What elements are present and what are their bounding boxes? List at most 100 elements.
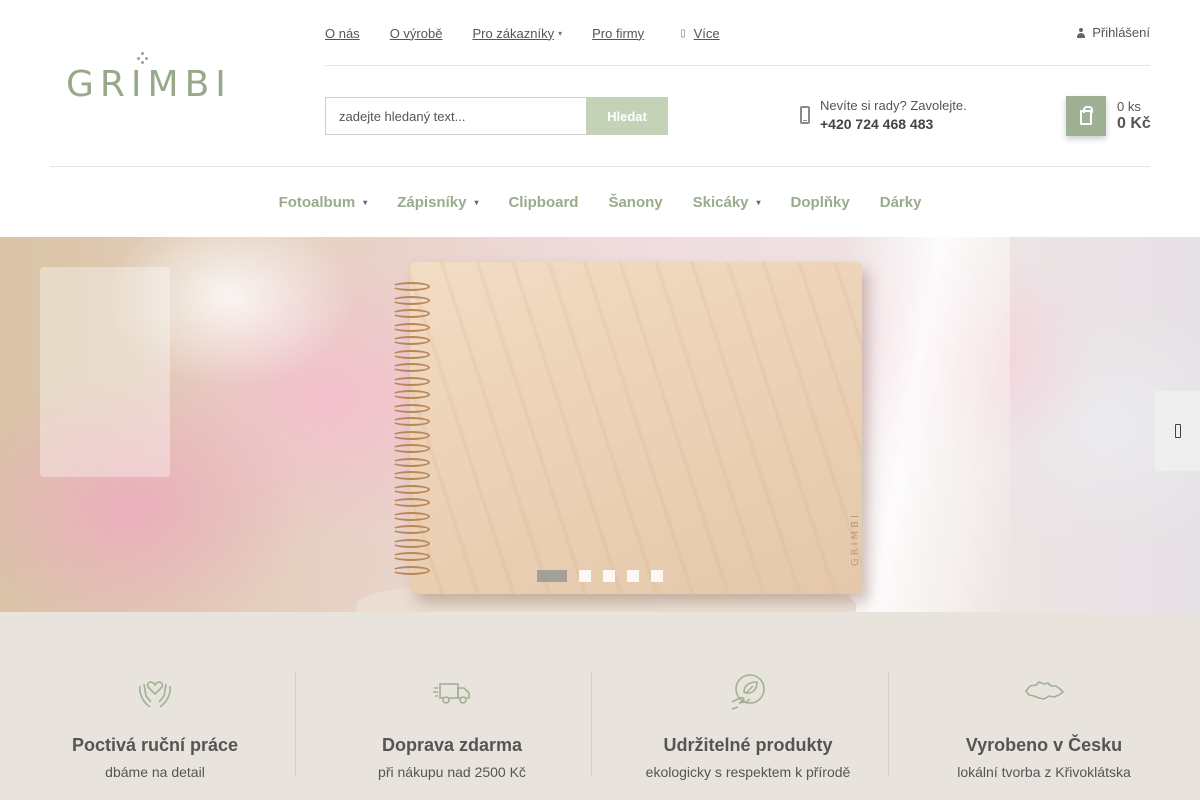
- benefit-title: Udržitelné produkty: [663, 735, 833, 755]
- mainnav-item-skicaky[interactable]: Skicáky ▾: [693, 194, 761, 211]
- benefit-divider: [591, 672, 592, 776]
- mainnav-label: Skicáky: [692, 193, 749, 211]
- mainnav-label: Dárky: [879, 193, 922, 211]
- search-form: Hledat: [325, 97, 668, 135]
- logo-text: GRIMBI: [66, 64, 232, 105]
- slider-dot[interactable]: [603, 570, 615, 582]
- spiral-ring: [392, 376, 430, 386]
- benefit-title: Vyrobeno v Česku: [965, 735, 1123, 755]
- cart-button[interactable]: [1066, 96, 1106, 136]
- album-spiral-binding: [392, 282, 432, 582]
- slider-dot[interactable]: [579, 570, 591, 582]
- benefit-item: Vyrobeno v Česku lokální tvorba z Křivok…: [896, 672, 1192, 780]
- mainnav-item-doplnky[interactable]: Doplňky: [791, 194, 850, 211]
- spiral-ring: [392, 511, 430, 521]
- spiral-ring: [392, 444, 430, 453]
- hero-product-album: GRIMBI: [410, 262, 862, 594]
- spiral-ring: [392, 552, 430, 561]
- topnav-more[interactable]: ▯ Více: [680, 26, 720, 41]
- main-navigation: Fotoalbum ▾ Zápisníky ▾ Clipboard Šanony…: [0, 167, 1200, 237]
- spiral-ring: [392, 525, 430, 534]
- site-header: GRIMBI O nás O výrobě Pro zákazníky ▾ Pr…: [0, 0, 1200, 237]
- mainnav-item-sanony[interactable]: Šanony: [608, 194, 662, 211]
- chevron-right-icon: [1174, 424, 1181, 438]
- spiral-ring: [392, 417, 430, 426]
- benefit-item: Doprava zdarma při nákupu nad 2500 Kč: [304, 672, 600, 780]
- cart-count: 0 ks: [1117, 99, 1141, 114]
- spiral-ring: [392, 309, 430, 318]
- topnav-link-vice[interactable]: Více: [694, 26, 720, 41]
- spiral-ring: [392, 430, 430, 440]
- hero-slider[interactable]: GRIMBI: [0, 237, 1200, 612]
- contact-text: Nevíte si rady? Zavolejte. +420 724 468 …: [820, 98, 967, 132]
- spiral-ring: [392, 565, 430, 575]
- benefit-item: Poctivá ruční práce dbáme na detail: [7, 672, 303, 780]
- phone-icon: [800, 106, 810, 124]
- chevron-down-icon: ▾: [558, 28, 563, 38]
- eco-hand-leaf-icon: [731, 674, 765, 710]
- benefit-subtitle: při nákupu nad 2500 Kč: [378, 764, 526, 780]
- spiral-ring: [392, 349, 430, 359]
- topnav-link-o-nas[interactable]: O nás: [325, 26, 360, 41]
- spiral-ring: [392, 282, 430, 291]
- mainnav-item-clipboard[interactable]: Clipboard: [508, 194, 578, 211]
- mainnav-label: Clipboard: [508, 193, 579, 211]
- benefit-title: Poctivá ruční práce: [71, 735, 239, 755]
- mainnav-label: Zápisníky: [397, 193, 467, 211]
- login-link[interactable]: Přihlášení: [1076, 25, 1150, 40]
- spiral-ring: [392, 484, 430, 494]
- shopping-bag-icon: [1080, 106, 1093, 125]
- cart-price: 0 Kč: [1117, 115, 1151, 132]
- contact-question: Nevíte si rady? Zavolejte.: [820, 98, 967, 113]
- login-label: Přihlášení: [1092, 25, 1150, 40]
- topnav-link-o-vyrobe[interactable]: O výrobě: [390, 26, 443, 41]
- benefit-divider: [295, 672, 296, 776]
- chevron-down-icon: ▾: [474, 197, 479, 207]
- top-navigation: O nás O výrobě Pro zákazníky ▾ Pro firmy…: [325, 25, 720, 41]
- contact-phone[interactable]: +420 724 468 483: [820, 116, 967, 132]
- topnav-item-pro-zakazniky[interactable]: Pro zákazníky ▾: [472, 26, 562, 41]
- chevron-down-icon: ▾: [756, 197, 761, 207]
- header-divider: [325, 65, 1150, 66]
- spiral-ring: [392, 498, 430, 507]
- grimbi-logo[interactable]: GRIMBI: [66, 52, 238, 105]
- slider-dot[interactable]: [627, 570, 639, 582]
- slider-dots: [537, 570, 675, 582]
- hero-background-window: [40, 267, 170, 477]
- search-input[interactable]: [325, 97, 586, 135]
- spiral-ring: [392, 322, 430, 332]
- mainnav-label: Fotoalbum: [278, 193, 356, 211]
- cart[interactable]: 0 ks 0 Kč: [1066, 96, 1151, 136]
- benefit-subtitle: lokální tvorba z Křivoklátska: [957, 764, 1131, 780]
- slider-dot[interactable]: [651, 570, 663, 582]
- topnav-link-pro-zakazniky[interactable]: Pro zákazníky: [472, 26, 554, 41]
- spiral-ring: [392, 403, 430, 413]
- czech-map-icon: [1025, 681, 1064, 700]
- benefit-subtitle: dbáme na detail: [105, 764, 205, 780]
- mainnav-item-fotoalbum[interactable]: Fotoalbum ▾: [279, 194, 368, 211]
- mainnav-label: Doplňky: [790, 193, 850, 211]
- spiral-ring: [392, 336, 430, 345]
- mainnav-label: Šanony: [608, 193, 663, 211]
- spiral-ring: [392, 390, 430, 399]
- more-icon: ▯: [680, 27, 686, 39]
- mainnav-item-zapisniky[interactable]: Zápisníky ▾: [397, 194, 478, 211]
- spiral-ring: [392, 471, 430, 480]
- hands-heart-icon: [139, 681, 171, 708]
- mainnav-item-darky[interactable]: Dárky: [880, 194, 922, 211]
- album-brand-mark: GRIMBI: [850, 512, 861, 567]
- delivery-truck-icon: [433, 683, 470, 704]
- contact-info: Nevíte si rady? Zavolejte. +420 724 468 …: [800, 98, 967, 132]
- hero-background-curtain: [850, 237, 1010, 612]
- benefit-title: Doprava zdarma: [381, 735, 523, 755]
- search-button[interactable]: Hledat: [586, 97, 668, 135]
- benefits-bar: Poctivá ruční práce dbáme na detail Dopr…: [0, 612, 1200, 800]
- user-icon: [1076, 27, 1086, 39]
- topnav-link-pro-firmy[interactable]: Pro firmy: [592, 26, 644, 41]
- cart-summary[interactable]: 0 ks 0 Kč: [1117, 99, 1151, 136]
- slider-next-button[interactable]: [1155, 391, 1200, 471]
- spiral-ring: [392, 295, 430, 305]
- spiral-ring: [392, 538, 430, 548]
- benefit-subtitle: ekologicky s respektem k přírodě: [645, 764, 851, 780]
- slider-dot-active[interactable]: [537, 570, 567, 582]
